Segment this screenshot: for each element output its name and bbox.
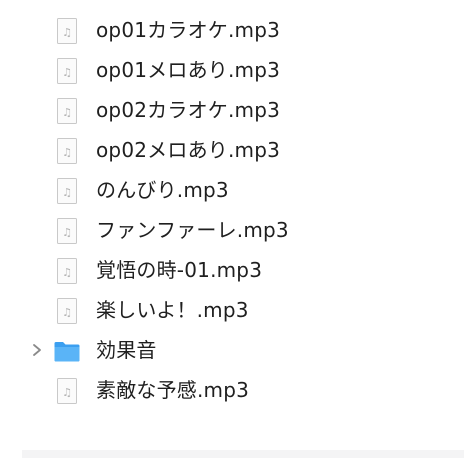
audio-file-icon: ♫ <box>57 138 77 164</box>
row-stripe <box>22 450 464 458</box>
audio-file-icon: ♫ <box>57 58 77 84</box>
file-name: 覚悟の時-01.mp3 <box>96 258 263 282</box>
folder-name: 効果音 <box>96 338 157 362</box>
file-name: op02メロあり.mp3 <box>96 138 281 162</box>
svg-text:♫: ♫ <box>62 266 72 279</box>
audio-file-icon: ♫ <box>57 178 77 204</box>
list-item-folder[interactable]: 効果音 <box>0 330 464 370</box>
file-name: ファンファーレ.mp3 <box>96 218 289 242</box>
list-item[interactable]: ♫ 覚悟の時-01.mp3 <box>0 250 464 290</box>
list-item[interactable]: ♫ 楽しいよ！.mp3 <box>0 290 464 330</box>
svg-text:♫: ♫ <box>62 146 72 159</box>
list-item[interactable]: ♫ 素敵な予感.mp3 <box>0 370 464 410</box>
file-name: op01メロあり.mp3 <box>96 58 281 82</box>
list-item[interactable]: ♫ op02カラオケ.mp3 <box>0 90 464 130</box>
audio-file-icon: ♫ <box>57 18 77 44</box>
svg-text:♫: ♫ <box>62 186 72 199</box>
svg-text:♫: ♫ <box>62 386 72 399</box>
file-name: のんびり.mp3 <box>96 178 229 202</box>
file-list: ♫ op01カラオケ.mp3 ♫ op01メロあり.mp3 ♫ op02カラオケ… <box>0 10 464 410</box>
audio-file-icon: ♫ <box>57 258 77 284</box>
file-name: 楽しいよ！.mp3 <box>96 298 249 322</box>
list-item[interactable]: ♫ op01メロあり.mp3 <box>0 50 464 90</box>
file-name: op02カラオケ.mp3 <box>96 98 281 122</box>
svg-text:♫: ♫ <box>62 106 72 119</box>
svg-text:♫: ♫ <box>62 66 72 79</box>
list-item[interactable]: ♫ op02メロあり.mp3 <box>0 130 464 170</box>
folder-icon <box>54 342 80 362</box>
audio-file-icon: ♫ <box>57 98 77 124</box>
file-name: 素敵な予感.mp3 <box>96 378 250 402</box>
svg-text:♫: ♫ <box>62 226 72 239</box>
audio-file-icon: ♫ <box>57 218 77 244</box>
svg-text:♫: ♫ <box>62 306 72 319</box>
audio-file-icon: ♫ <box>57 378 77 404</box>
audio-file-icon: ♫ <box>57 298 77 324</box>
svg-text:♫: ♫ <box>62 26 72 39</box>
list-item[interactable]: ♫ のんびり.mp3 <box>0 170 464 210</box>
file-name: op01カラオケ.mp3 <box>96 18 281 42</box>
list-item[interactable]: ♫ ファンファーレ.mp3 <box>0 210 464 250</box>
chevron-right-icon[interactable] <box>30 330 44 370</box>
list-item[interactable]: ♫ op01カラオケ.mp3 <box>0 10 464 50</box>
